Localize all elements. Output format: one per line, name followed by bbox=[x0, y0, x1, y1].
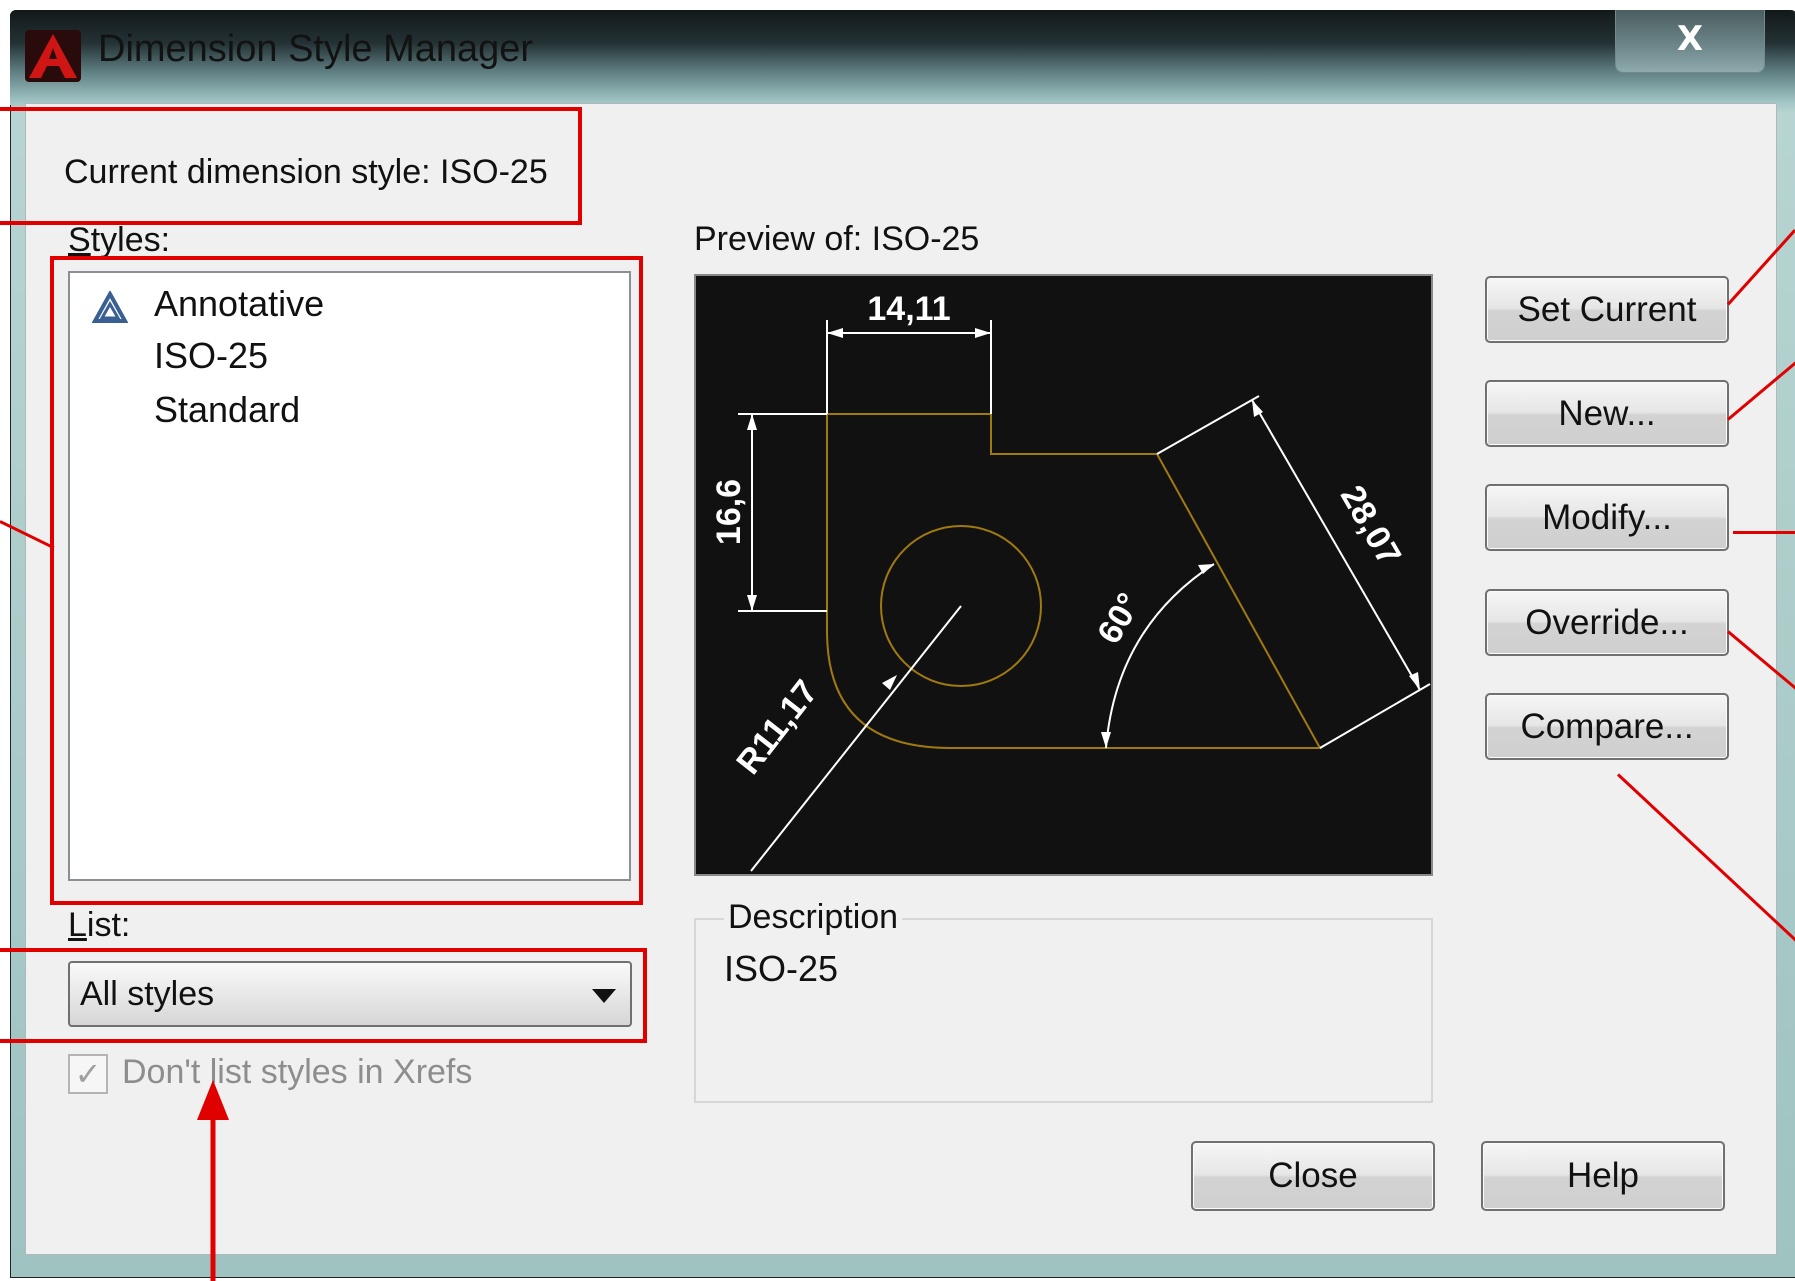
window-title: Dimension Style Manager bbox=[98, 28, 534, 70]
dim-text-60-deg: 60° bbox=[1090, 587, 1149, 651]
dim-text-14-11: 14,11 bbox=[867, 290, 950, 328]
help-button[interactable]: Help bbox=[1481, 1141, 1725, 1211]
styles-label: Styles: bbox=[68, 221, 171, 259]
annotation-arrow-xrefs bbox=[197, 1080, 229, 1281]
annotation-box-styles-list bbox=[50, 256, 643, 905]
close-window-button[interactable]: X bbox=[1615, 10, 1765, 73]
styles-label-text: tyles: bbox=[90, 221, 171, 259]
annotation-line-modify bbox=[1733, 531, 1795, 534]
description-label: Description bbox=[724, 898, 903, 937]
close-button[interactable]: Close bbox=[1191, 1141, 1435, 1211]
compare-button[interactable]: Compare... bbox=[1485, 693, 1729, 760]
modify-button[interactable]: Modify... bbox=[1485, 484, 1729, 551]
override-button[interactable]: Override... bbox=[1485, 589, 1729, 656]
dim-text-16-6: 16,6 bbox=[710, 479, 748, 545]
set-current-button[interactable]: Set Current bbox=[1485, 276, 1729, 343]
description-value: ISO-25 bbox=[724, 948, 839, 989]
dim-text-r11-17: R11,17 bbox=[729, 673, 825, 781]
list-label-text: ist: bbox=[86, 906, 131, 944]
autocad-logo-icon bbox=[25, 30, 81, 82]
new-button[interactable]: New... bbox=[1485, 380, 1729, 447]
annotation-box-current-style bbox=[0, 107, 582, 225]
dimension-preview: 14,11 16,6 28,07 60° R11,17 bbox=[694, 274, 1433, 876]
description-box bbox=[694, 918, 1433, 1103]
annotation-box-list-filter bbox=[0, 948, 647, 1043]
xrefs-checkbox[interactable]: ✓ bbox=[68, 1054, 108, 1094]
xrefs-checkbox-label: Don't list styles in Xrefs bbox=[122, 1053, 473, 1091]
list-label: List: bbox=[68, 906, 131, 944]
preview-drawing: 14,11 16,6 28,07 60° R11,17 bbox=[710, 290, 1431, 872]
part-outline bbox=[826, 413, 1322, 749]
preview-label: Preview of: ISO-25 bbox=[694, 220, 980, 258]
